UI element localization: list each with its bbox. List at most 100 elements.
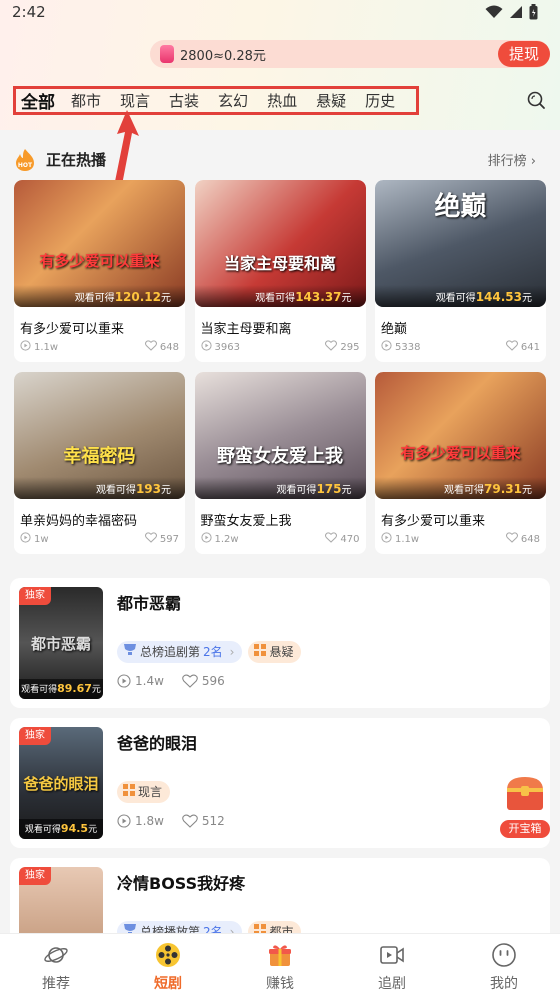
drama-poster[interactable]: 野蛮女友爱上我观看可得175元 (194, 372, 366, 499)
genre-tag: 悬疑 (248, 641, 302, 663)
play-icon (200, 532, 212, 546)
drama-card[interactable]: 幸福密码 观看可得193元 单亲妈妈的幸福密码 1w 597 (14, 372, 185, 554)
poster-title-text: 有多少爱可以重来 (39, 252, 160, 270)
status-icons (485, 4, 538, 20)
tab-label: 追剧 (378, 976, 406, 992)
heart-icon (325, 532, 338, 546)
drama-card[interactable]: 有多少爱可以重来 观看可得79.31元 有多少爱可以重来 1.1w 648 (375, 372, 546, 554)
category-tab[interactable]: 全部 (21, 88, 55, 113)
treasure-chest-icon (507, 777, 543, 810)
drama-list-item[interactable]: 爸爸的眼泪 独家 观看可得94.5元 爸爸的眼泪 现言 1.8w 512 (10, 718, 550, 848)
drama-poster[interactable]: 当家主母要和离 观看可得143.37元 (194, 180, 366, 307)
drama-title: 有多少爱可以重来 (381, 514, 486, 529)
heart-icon (182, 674, 198, 688)
drama-poster[interactable]: 幸福密码 观看可得193元 (14, 372, 185, 499)
play-icon (381, 532, 392, 546)
earn-reward-text: 观看可得89.67元 (19, 679, 103, 699)
treasure-chest-label: 开宝箱 (500, 820, 550, 838)
rank-tag[interactable]: 总榜追剧第 2名 › (117, 641, 243, 663)
smiley-icon (491, 942, 517, 968)
drama-poster[interactable]: 有多少爱可以重来观看可得79.31元 (375, 372, 546, 499)
drama-poster[interactable]: 绝巅 观看可得144.53元 (375, 180, 546, 307)
drama-card[interactable]: 绝巅 观看可得144.53元 绝巅 5338 641 (375, 180, 546, 362)
film-reel-icon (155, 942, 181, 968)
svg-text:HOT: HOT (18, 162, 33, 169)
gift-icon (267, 942, 293, 968)
drama-title: 当家主母要和离 (200, 322, 292, 337)
view-count: 1.8w (117, 814, 164, 828)
category-tab[interactable]: 悬疑 (316, 90, 346, 111)
search-icon[interactable] (526, 90, 546, 110)
drama-title: 单亲妈妈的幸福密码 (20, 514, 138, 529)
play-icon (381, 340, 392, 354)
heart-icon (505, 340, 518, 354)
earn-reward-text: 观看可得120.12元 (74, 290, 171, 304)
tab-gift[interactable]: 赚钱 (224, 934, 336, 996)
drama-title: 绝巅 (381, 322, 408, 337)
drama-name: 冷情BOSS我好疼 (117, 874, 246, 893)
drama-tags: 总榜追剧第 2名 › 悬疑 (117, 641, 302, 663)
like-count: 641 (505, 340, 540, 354)
drama-cover[interactable]: 都市恶霸 独家 观看可得89.67元 (19, 587, 103, 699)
heart-icon (505, 532, 518, 546)
heart-icon (144, 532, 157, 546)
drama-tags: 现言 (117, 781, 171, 803)
tab-smiley[interactable]: 我的 (448, 934, 560, 996)
view-count: 1.2w (200, 532, 239, 546)
tab-film-reel[interactable]: 短剧 (112, 934, 224, 996)
category-tab[interactable]: 都市 (71, 90, 101, 111)
status-time: 2:42 (12, 3, 46, 21)
category-tabs: 全部 都市 现言 古装 玄幻 热血 悬疑 历史 (13, 86, 419, 115)
chevron-right-icon: › (530, 154, 536, 169)
chevron-right-icon: › (229, 645, 235, 659)
like-count: 295 (325, 340, 360, 354)
cover-title-text: 都市恶霸 (30, 635, 91, 653)
drama-card[interactable]: 当家主母要和离 观看可得143.37元当家主母要和离 3963 295 (194, 180, 366, 362)
exclusive-badge: 独家 (19, 867, 51, 885)
heart-icon (325, 340, 338, 354)
view-count: 1w (20, 532, 49, 546)
exclusive-badge: 独家 (19, 727, 51, 745)
poster-title-text: 有多少爱可以重来 (400, 444, 521, 462)
tab-video-camera[interactable]: 追剧 (336, 934, 448, 996)
drama-card[interactable]: 野蛮女友爱上我 观看可得175元 野蛮女友爱上我 1.2w 470 (194, 372, 366, 554)
view-count: 3963 (200, 340, 240, 354)
view-count: 1.1w (381, 532, 419, 546)
hot-flame-icon: HOT (16, 149, 34, 171)
cover-title-text: 爸爸的眼泪 (23, 775, 99, 793)
view-count: 1.1w (20, 340, 58, 354)
withdraw-button[interactable]: 提现 (498, 41, 550, 67)
category-tab[interactable]: 热血 (267, 90, 297, 111)
like-count: 648 (505, 532, 540, 546)
tab-label: 推荐 (42, 976, 70, 992)
tab-label: 短剧 (154, 976, 182, 992)
drama-card[interactable]: 有多少爱可以重来 观看可得120.12元 有多少爱可以重来 1.1w 648 (14, 180, 185, 362)
play-icon (200, 340, 212, 354)
drama-name: 爸爸的眼泪 (117, 734, 198, 753)
bottom-tab-bar: 推荐 短剧 赚钱 追剧 我的 (0, 933, 560, 996)
earn-reward-text: 观看可得79.31元 (444, 482, 532, 496)
ranking-link[interactable]: 排行榜 › (488, 150, 536, 169)
poster-title-text: 野蛮女友爱上我 (217, 446, 343, 467)
category-tab[interactable]: 历史 (365, 90, 395, 111)
hot-section-title: 正在热播 (46, 151, 107, 169)
category-tab[interactable]: 玄幻 (218, 90, 248, 111)
heart-icon (144, 340, 157, 354)
genre-tag: 现言 (117, 781, 171, 803)
video-camera-icon (379, 942, 405, 968)
play-icon (117, 674, 131, 688)
drama-cover[interactable]: 爸爸的眼泪 独家 观看可得94.5元 (19, 727, 103, 839)
earn-reward-text: 观看可得144.53元 (435, 290, 532, 304)
tab-planet[interactable]: 推荐 (0, 934, 112, 996)
drama-poster[interactable]: 有多少爱可以重来观看可得120.12元 (14, 180, 185, 307)
earn-reward-text: 观看可得175元 (276, 482, 352, 496)
planet-icon (43, 942, 69, 968)
category-tab[interactable]: 古装 (169, 90, 199, 111)
drama-title: 野蛮女友爱上我 (200, 514, 292, 529)
treasure-chest-button[interactable]: 开宝箱 (500, 772, 552, 838)
play-icon (20, 532, 31, 546)
drama-stats: 1.8w 512 (117, 814, 225, 828)
drama-list-item[interactable]: 都市恶霸 独家 观看可得89.67元 都市恶霸 总榜追剧第 2名 › 悬疑 1.4w 596 (10, 578, 550, 708)
category-grid-icon (254, 641, 267, 663)
battery-icon (529, 4, 538, 20)
